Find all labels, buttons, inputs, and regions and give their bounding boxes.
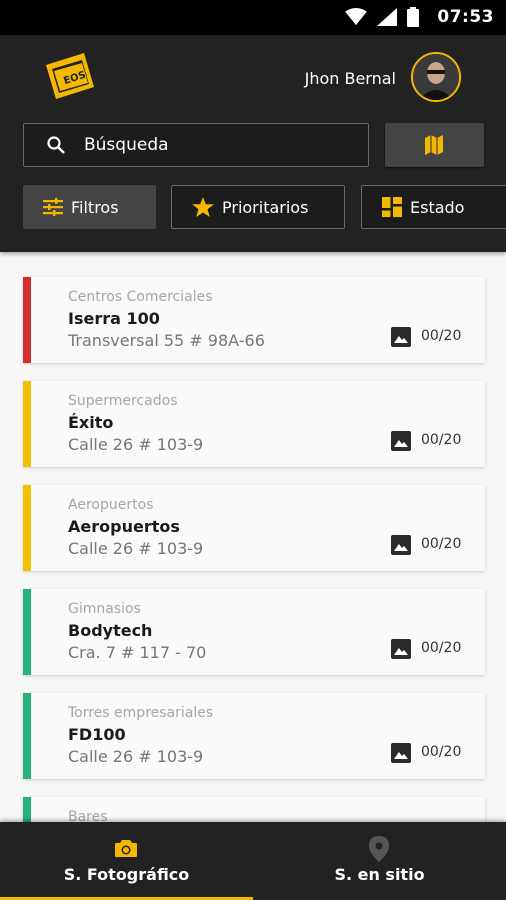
item-name: FD100 [68, 725, 126, 744]
status-bar: 07:53 [0, 0, 506, 35]
status-bar-indicator [23, 381, 31, 467]
filter-chip-label: Filtros [71, 197, 119, 217]
signal-icon [377, 8, 397, 26]
status-bar-indicator [23, 485, 31, 571]
photo-count: 00/20 [421, 432, 462, 448]
map-icon [425, 135, 443, 155]
photo-count: 00/20 [421, 744, 462, 760]
avatar[interactable] [411, 52, 461, 102]
bottom-navigation: S. Fotográfico S. en sitio [0, 822, 506, 900]
battery-icon [407, 7, 419, 27]
status-bar-indicator [23, 797, 31, 822]
tab-label: S. Fotográfico [63, 865, 190, 884]
item-address: Cra. 7 # 117 - 70 [68, 643, 207, 662]
location-pin-icon [369, 836, 389, 862]
status-time: 07:53 [437, 7, 494, 27]
item-category: Gimnasios [68, 601, 141, 617]
item-category: Supermercados [68, 393, 178, 409]
list-item[interactable]: Bares [23, 797, 485, 822]
item-address: Transversal 55 # 98A-66 [68, 331, 265, 350]
tune-icon [43, 198, 63, 216]
item-category: Torres empresariales [68, 705, 214, 721]
filter-chip-filtros[interactable]: Filtros [23, 185, 156, 229]
status-icons [345, 7, 419, 27]
app-header: EOS Jhon Bernal Filtros [0, 35, 506, 252]
user-name[interactable]: Jhon Bernal [305, 69, 396, 88]
filter-chip-estado[interactable]: Estado [361, 185, 506, 229]
map-button[interactable] [385, 123, 484, 167]
search-icon [47, 136, 65, 154]
dashboard-icon [382, 197, 402, 217]
photo-count: 00/20 [421, 328, 462, 344]
item-address: Calle 26 # 103-9 [68, 747, 204, 766]
tab-s-fotografico[interactable]: S. Fotográfico [0, 822, 253, 900]
image-icon [391, 327, 411, 347]
image-icon [391, 743, 411, 763]
item-name: Éxito [68, 413, 114, 432]
image-icon [391, 639, 411, 659]
item-category: Bares [68, 809, 108, 822]
filter-chip-label: Prioritarios [222, 197, 309, 217]
user-photo-icon [413, 54, 459, 100]
filter-chip-prioritarios[interactable]: Prioritarios [171, 185, 345, 229]
photo-count: 00/20 [421, 536, 462, 552]
status-bar-indicator [23, 693, 31, 779]
item-name: Iserra 100 [68, 309, 160, 328]
list-item[interactable]: Aeropuertos Aeropuertos Calle 26 # 103-9… [23, 485, 485, 571]
item-address: Calle 26 # 103-9 [68, 435, 204, 454]
status-bar-indicator [23, 589, 31, 675]
eos-logo[interactable]: EOS [42, 47, 100, 107]
item-name: Aeropuertos [68, 517, 180, 536]
camera-icon [115, 840, 137, 857]
image-icon [391, 535, 411, 555]
list-item[interactable]: Supermercados Éxito Calle 26 # 103-9 00/… [23, 381, 485, 467]
location-list: Centros Comerciales Iserra 100 Transvers… [0, 252, 506, 822]
item-name: Bodytech [68, 621, 153, 640]
filter-chip-label: Estado [410, 197, 465, 217]
search-box[interactable] [23, 123, 369, 167]
list-item[interactable]: Gimnasios Bodytech Cra. 7 # 117 - 70 00/… [23, 589, 485, 675]
item-category: Aeropuertos [68, 497, 154, 513]
wifi-icon [345, 8, 367, 26]
item-category: Centros Comerciales [68, 289, 213, 305]
photo-count: 00/20 [421, 640, 462, 656]
tab-s-en-sitio[interactable]: S. en sitio [253, 822, 506, 900]
list-item[interactable]: Centros Comerciales Iserra 100 Transvers… [23, 277, 485, 363]
item-address: Calle 26 # 103-9 [68, 539, 204, 558]
tab-label: S. en sitio [334, 865, 425, 884]
star-icon [192, 197, 214, 217]
search-input[interactable] [84, 124, 354, 166]
status-bar-indicator [23, 277, 31, 363]
list-item[interactable]: Torres empresariales FD100 Calle 26 # 10… [23, 693, 485, 779]
image-icon [391, 431, 411, 451]
